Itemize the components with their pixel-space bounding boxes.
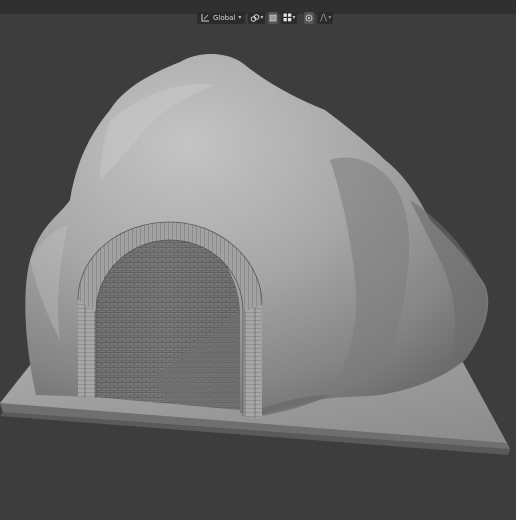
viewport-canvas[interactable] [0, 0, 516, 516]
magnet-icon [269, 14, 277, 22]
chevron-down-icon: ▾ [238, 14, 242, 21]
chevron-down-icon: ▾ [328, 14, 332, 21]
proportional-edit-toggle[interactable] [304, 11, 315, 24]
transform-orientation-dropdown[interactable]: Global ▾ [197, 11, 246, 24]
link-snap-icon [250, 13, 260, 23]
transform-orientation-icon [201, 13, 210, 22]
snap-grid-icon [283, 13, 292, 22]
chevron-down-icon: ▾ [260, 14, 264, 21]
proportional-edit-icon [305, 14, 313, 22]
viewport-header-tools: Global ▾ ▾ ▾ ▾ [197, 11, 334, 24]
chevron-down-icon: ▾ [292, 14, 296, 21]
pivot-point-dropdown[interactable]: ▾ [248, 11, 266, 24]
transform-orientation-label: Global [213, 13, 236, 22]
falloff-dropdown[interactable]: ▾ [317, 11, 334, 24]
falloff-curve-icon [319, 13, 328, 22]
3d-viewport[interactable] [0, 0, 516, 516]
snap-toggle-button[interactable] [268, 11, 279, 24]
snap-target-dropdown[interactable]: ▾ [281, 11, 298, 24]
